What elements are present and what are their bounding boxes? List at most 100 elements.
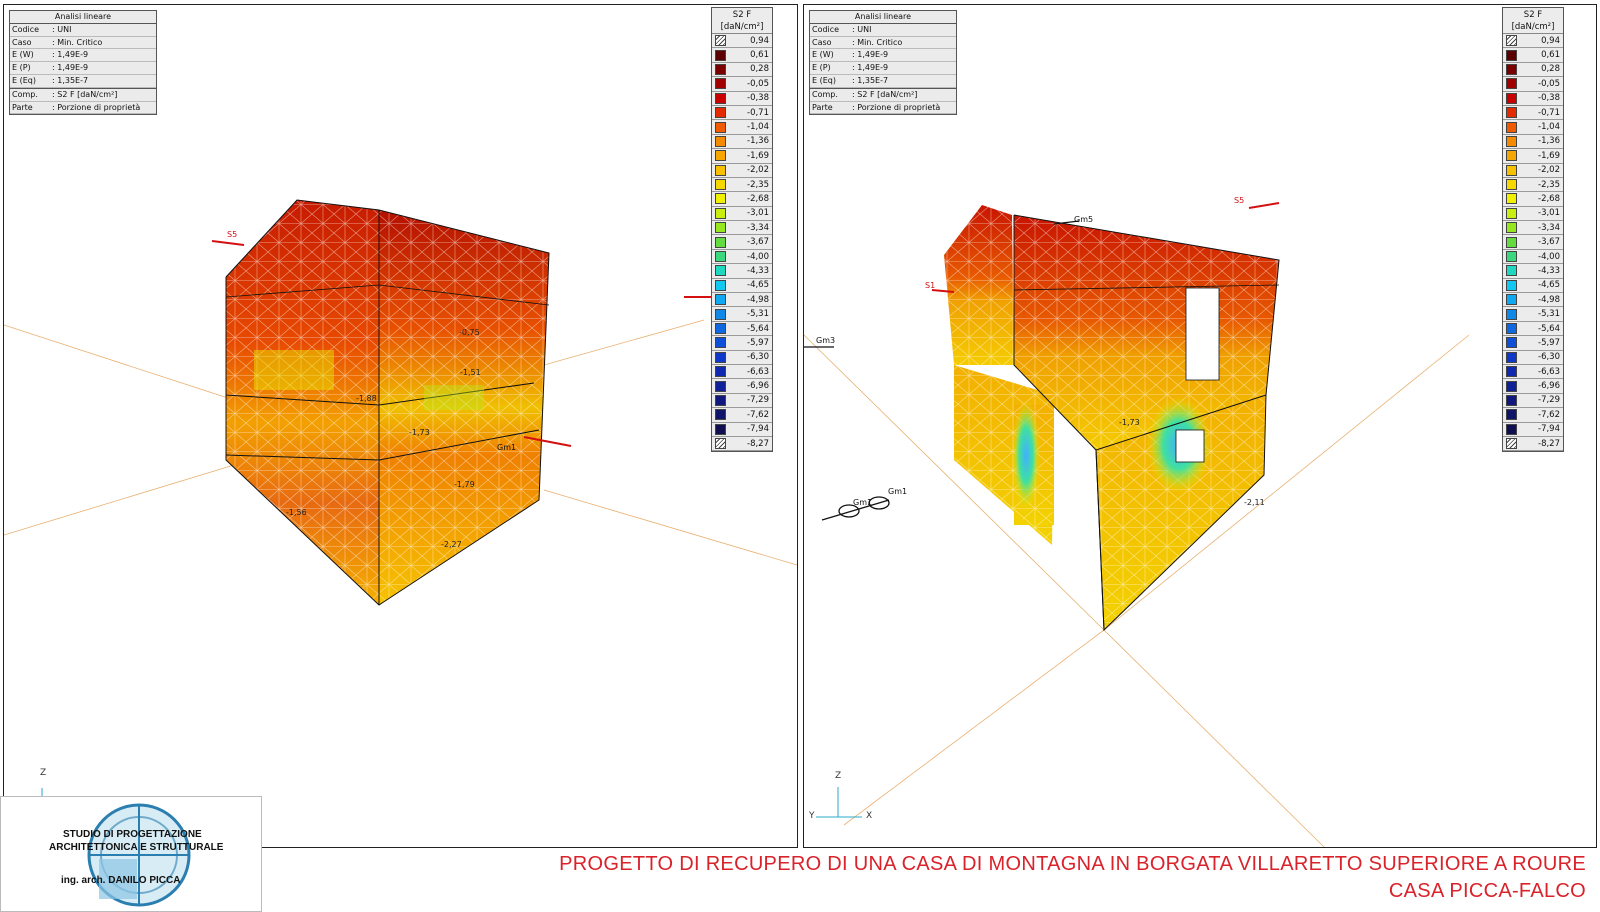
legend-value: -4,33 bbox=[747, 265, 769, 276]
legend-swatch bbox=[715, 49, 726, 61]
info-key: Parte bbox=[12, 102, 33, 112]
legend-row: -7,29 bbox=[712, 394, 772, 409]
legend-swatch bbox=[1506, 366, 1517, 378]
legend-swatch bbox=[715, 294, 726, 306]
info-key: Codice bbox=[12, 24, 40, 34]
legend-row: -8,27 bbox=[712, 437, 772, 452]
legend-value: -3,01 bbox=[1538, 208, 1560, 219]
legend-swatch bbox=[715, 92, 726, 104]
legend-value: -6,96 bbox=[1538, 381, 1560, 392]
info-title: Analisi lineare bbox=[810, 11, 956, 24]
legend-row: -5,97 bbox=[712, 336, 772, 351]
legend-value: -4,65 bbox=[747, 280, 769, 291]
info-row: Caso: Min. Critico bbox=[810, 37, 956, 50]
legend-value: -5,64 bbox=[1538, 323, 1560, 334]
info-value: : 1,49E-9 bbox=[52, 63, 89, 73]
value-label: -2,27 bbox=[441, 540, 462, 549]
legend-swatch bbox=[1506, 423, 1517, 435]
legend-row: -3,34 bbox=[1503, 221, 1563, 236]
legend-swatch bbox=[715, 423, 726, 435]
info-row: Parte: Porzione di proprietà bbox=[10, 102, 156, 115]
info-value: : S2 F [daN/cm²] bbox=[852, 89, 918, 99]
legend-swatch bbox=[715, 337, 726, 349]
legend-row: -5,97 bbox=[1503, 336, 1563, 351]
legend-row: 0,61 bbox=[712, 48, 772, 63]
info-row: Comp.: S2 F [daN/cm²] bbox=[810, 87, 956, 102]
legend-row: 0,28 bbox=[1503, 63, 1563, 78]
legend-row: -5,64 bbox=[712, 322, 772, 337]
info-key: E (Eq) bbox=[812, 75, 836, 85]
info-value: : S2 F [daN/cm²] bbox=[52, 89, 118, 99]
value-label: -0,75 bbox=[459, 328, 480, 337]
legend-swatch bbox=[715, 251, 726, 263]
legend-row: -0,05 bbox=[1503, 77, 1563, 92]
legend-value: 0,61 bbox=[1541, 50, 1560, 61]
legend-row: -6,63 bbox=[712, 365, 772, 380]
legend-value: -2,02 bbox=[747, 165, 769, 176]
legend-swatch bbox=[1506, 179, 1517, 191]
legend-row: -5,31 bbox=[712, 307, 772, 322]
legend-swatch bbox=[715, 380, 726, 392]
legend-unit: [daN/cm²] bbox=[1511, 22, 1555, 32]
label-gm3: Gm3 bbox=[816, 336, 835, 345]
info-value: : UNI bbox=[52, 24, 72, 34]
legend-value: -8,27 bbox=[1538, 438, 1560, 449]
legend-value: -0,05 bbox=[1538, 78, 1560, 89]
legend-swatch bbox=[715, 63, 726, 75]
info-row: Codice: UNI bbox=[810, 24, 956, 37]
logo-text-line2: ARCHITETTONICA E STRUTTURALE bbox=[49, 842, 224, 853]
info-row: Codice : UNI bbox=[10, 24, 156, 37]
logo-text-line1: STUDIO DI PROGETTAZIONE bbox=[63, 829, 202, 840]
legend-swatch bbox=[715, 78, 726, 90]
legend-swatch bbox=[715, 308, 726, 320]
legend-swatch bbox=[715, 323, 726, 334]
info-row: E (W): 1,49E-9 bbox=[10, 49, 156, 63]
legend-title: S2 F bbox=[1523, 10, 1543, 20]
info-value: : 1,35E-7 bbox=[52, 75, 89, 85]
legend-swatch bbox=[715, 222, 726, 234]
legend-swatch bbox=[715, 207, 726, 219]
viewport-left[interactable]: S5 Gm1 -1,56 -1,79 -2,27 -1,51 -1,73 -0,… bbox=[3, 4, 798, 848]
legend-row: -6,96 bbox=[1503, 379, 1563, 394]
fem-model-right: S5 S1 Gm3 Gm5 Gm1 Gm1 -1,73 -2,11 bbox=[804, 196, 1470, 847]
info-key: E (P) bbox=[812, 63, 831, 73]
info-key: Caso bbox=[812, 37, 832, 47]
legend-swatch bbox=[715, 236, 726, 248]
legend-value: 0,61 bbox=[750, 50, 769, 61]
legend-value: -7,29 bbox=[1538, 395, 1560, 406]
info-value: : 1,49E-9 bbox=[52, 50, 89, 60]
info-title: Analisi lineare bbox=[10, 11, 156, 24]
legend-value: -1,04 bbox=[1538, 122, 1560, 133]
legend-swatch bbox=[1506, 164, 1517, 176]
info-row: E (P) : 1,49E-9 bbox=[810, 62, 956, 75]
legend-swatch bbox=[1506, 409, 1517, 421]
legend-row: -3,67 bbox=[1503, 235, 1563, 250]
legend-title: S2 F bbox=[732, 10, 752, 20]
info-value: : 1,49E-9 bbox=[852, 63, 889, 73]
legend-value: -0,38 bbox=[747, 93, 769, 104]
legend-swatch bbox=[1506, 49, 1517, 61]
legend-row: -0,71 bbox=[712, 106, 772, 121]
info-key: Codice bbox=[812, 24, 840, 34]
label-s5: S5 bbox=[1234, 196, 1244, 205]
legend-swatch bbox=[1506, 121, 1517, 133]
legend-row: -4,98 bbox=[712, 293, 772, 308]
legend-swatch bbox=[1506, 265, 1517, 277]
legend-row: -4,33 bbox=[712, 264, 772, 279]
building-mesh-right bbox=[944, 205, 1280, 632]
legend-value: -2,68 bbox=[1538, 193, 1560, 204]
legend-value: -4,98 bbox=[1538, 294, 1560, 305]
info-row: E (W): 1,49E-9 bbox=[810, 49, 956, 63]
legend-row: -2,35 bbox=[712, 178, 772, 193]
viewport-right[interactable]: S5 S1 Gm3 Gm5 Gm1 Gm1 -1,73 -2,11 Z Y X … bbox=[803, 4, 1597, 848]
legend-swatch bbox=[715, 438, 726, 450]
legend-value: -4,00 bbox=[747, 251, 769, 262]
legend-value: -3,67 bbox=[1538, 237, 1560, 248]
fem-model-left: S5 Gm1 -1,56 -1,79 -2,27 -1,51 -1,73 -0,… bbox=[4, 199, 797, 805]
legend-row: -7,62 bbox=[712, 408, 772, 423]
legend-swatch bbox=[1506, 92, 1517, 104]
legend-row: -1,36 bbox=[712, 135, 772, 150]
label-gm1: Gm1 bbox=[853, 498, 872, 507]
axis-z-label: Z bbox=[40, 768, 47, 778]
legend-row: -0,71 bbox=[1503, 106, 1563, 121]
